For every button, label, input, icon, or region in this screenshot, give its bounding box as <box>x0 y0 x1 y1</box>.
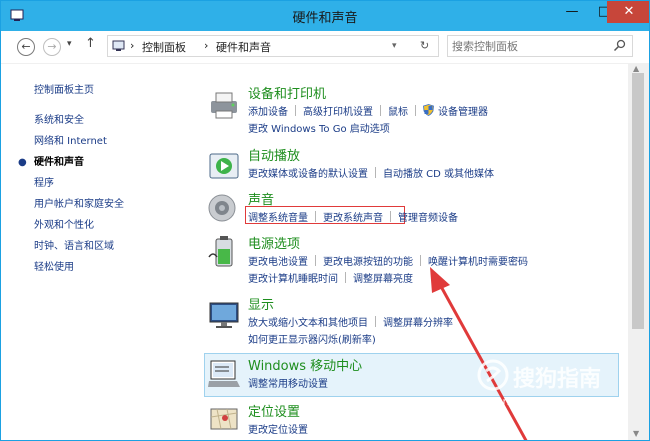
separator <box>390 211 391 222</box>
autoplay-icon[interactable] <box>207 149 241 183</box>
category-title[interactable]: 显示 <box>248 294 274 313</box>
category-title[interactable]: 声音 <box>248 189 274 208</box>
back-button[interactable]: ← <box>17 38 35 56</box>
link-change-sleep-time[interactable]: 更改计算机睡眠时间 <box>248 274 338 285</box>
category-links-row: 如何更正显示器闪烁(刷新率) <box>248 331 376 346</box>
sidebar-item-appearance[interactable]: 外观和个性化 <box>34 216 94 231</box>
sidebar-item-hardware-sound[interactable]: 硬件和声音 <box>34 153 84 168</box>
breadcrumb-item-control-panel[interactable]: 控制面板 <box>142 39 186 55</box>
category-list: 设备和打印机 添加设备 高级打印机设置 鼠标 设备管理器 更改 Windows To … <box>201 63 625 440</box>
link-change-default-media[interactable]: 更改媒体或设备的默认设置 <box>248 169 368 180</box>
category-title[interactable]: 电源选项 <box>248 233 300 252</box>
link-power-button-function[interactable]: 更改电源按钮的功能 <box>323 257 413 268</box>
sidebar-item-clock-region[interactable]: 时钟、语言和区域 <box>34 237 114 252</box>
separator <box>375 167 376 178</box>
link-change-location-settings[interactable]: 更改定位设置 <box>248 425 308 436</box>
separator <box>380 105 381 116</box>
window-title: 硬件和声音 <box>292 11 358 26</box>
breadcrumb-item-hardware-sound[interactable]: 硬件和声音 <box>216 39 271 55</box>
up-arrow-icon[interactable]: ↑ <box>85 36 96 51</box>
separator <box>295 105 296 116</box>
link-device-manager[interactable]: 设备管理器 <box>438 107 488 118</box>
address-bar-row: ← → ▾ ↑ › 控制面板 › 硬件和声音 ▾ ↻ <box>1 31 649 64</box>
sidebar-item-programs[interactable]: 程序 <box>34 174 54 189</box>
separator <box>345 272 346 283</box>
link-windows-to-go[interactable]: 更改 Windows To Go 启动选项 <box>248 124 390 135</box>
printer-icon[interactable] <box>207 87 241 121</box>
link-advanced-printer-settings[interactable]: 高级打印机设置 <box>303 107 373 118</box>
link-add-device[interactable]: 添加设备 <box>248 107 288 118</box>
annotation-arrow-icon <box>430 267 528 440</box>
monitor-icon[interactable] <box>207 298 241 332</box>
category-title[interactable]: 设备和打印机 <box>248 83 326 102</box>
category-links-row: 更改定位设置 <box>248 421 308 436</box>
link-mouse[interactable]: 鼠标 <box>388 107 408 118</box>
scrollbar-thumb[interactable] <box>632 73 644 329</box>
refresh-icon[interactable]: ↻ <box>420 39 429 52</box>
separator <box>315 211 316 222</box>
battery-icon[interactable] <box>207 235 241 269</box>
category-title[interactable]: 自动播放 <box>248 145 300 164</box>
sidebar-item-home[interactable]: 控制面板主页 <box>34 81 94 96</box>
category-links-row: 调整常用移动设置 <box>248 375 328 390</box>
link-adjust-volume[interactable]: 调整系统音量 <box>248 213 308 224</box>
search-input[interactable] <box>452 38 602 54</box>
search-box[interactable] <box>447 35 633 57</box>
separator <box>315 255 316 266</box>
breadcrumb-separator-icon[interactable]: › <box>130 39 134 52</box>
current-item-bullet-icon: ● <box>18 157 27 168</box>
separator <box>415 105 416 116</box>
separator <box>375 316 376 327</box>
sidebar-item-user-accounts[interactable]: 用户帐户和家庭安全 <box>34 195 124 210</box>
sidebar-item-network[interactable]: 网络和 Internet <box>34 132 107 147</box>
control-panel-window: 硬件和声音 — □ ✕ ← → ▾ ↑ › 控制面板 › 硬件和声音 ▾ ↻ 搜… <box>0 0 650 441</box>
link-adjust-brightness[interactable]: 调整屏幕亮度 <box>353 274 413 285</box>
minimize-button[interactable]: — <box>555 1 589 23</box>
sidebar-item-system-security[interactable]: 系统和安全 <box>34 111 84 126</box>
scroll-up-arrow-icon[interactable]: ▲ <box>633 64 639 73</box>
link-change-battery-settings[interactable]: 更改电池设置 <box>248 257 308 268</box>
control-panel-crumb-icon <box>112 40 125 51</box>
category-links-row: 更改 Windows To Go 启动选项 <box>248 120 390 135</box>
breadcrumb-separator-icon[interactable]: › <box>204 39 208 52</box>
location-icon[interactable] <box>207 403 241 437</box>
recent-locations-chevron-icon[interactable]: ▾ <box>67 39 72 49</box>
close-button[interactable]: ✕ <box>607 1 649 23</box>
search-icon[interactable] <box>613 39 626 52</box>
shield-icon <box>423 104 434 116</box>
link-mobility-settings[interactable]: 调整常用移动设置 <box>248 379 328 390</box>
scroll-down-arrow-icon[interactable]: ▼ <box>633 429 639 438</box>
category-title[interactable]: Windows 移动中心 <box>248 355 362 374</box>
sidebar-item-ease-of-access[interactable]: 轻松使用 <box>34 258 74 273</box>
breadcrumb[interactable]: › 控制面板 › 硬件和声音 ▾ ↻ <box>107 35 439 57</box>
category-links-row: 添加设备 高级打印机设置 鼠标 设备管理器 <box>248 103 488 118</box>
link-change-system-sounds[interactable]: 更改系统声音 <box>323 213 383 224</box>
category-title[interactable]: 定位设置 <box>248 401 300 420</box>
vertical-scrollbar[interactable]: ▲ ▼ <box>628 63 649 440</box>
link-autoplay-cd[interactable]: 自动播放 CD 或其他媒体 <box>383 169 494 180</box>
speaker-icon[interactable] <box>207 191 241 225</box>
category-links-row: 更改媒体或设备的默认设置 自动播放 CD 或其他媒体 <box>248 165 494 180</box>
category-links-row: 调整系统音量 更改系统声音 管理音频设备 <box>248 209 458 224</box>
mobility-center-icon[interactable] <box>207 357 241 391</box>
link-manage-audio-devices[interactable]: 管理音频设备 <box>398 213 458 224</box>
link-text-size[interactable]: 放大或缩小文本和其他项目 <box>248 318 368 329</box>
address-dropdown-icon[interactable]: ▾ <box>392 41 397 51</box>
forward-button[interactable]: → <box>43 38 61 56</box>
sidebar: 控制面板主页 系统和安全 网络和 Internet ● 硬件和声音 程序 用户帐… <box>1 63 201 440</box>
title-bar: 硬件和声音 — □ ✕ <box>1 1 649 31</box>
link-refresh-rate[interactable]: 如何更正显示器闪烁(刷新率) <box>248 335 376 346</box>
category-links-row: 更改计算机睡眠时间 调整屏幕亮度 <box>248 270 413 285</box>
